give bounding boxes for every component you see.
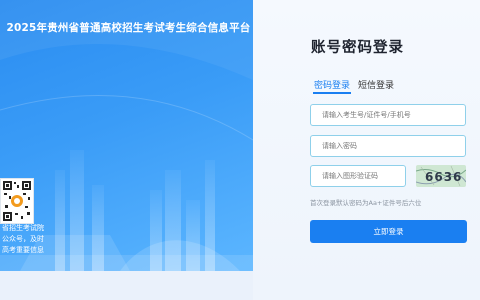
tab-password-login[interactable]: 密码登录	[314, 78, 350, 91]
login-panel: 账号密码登录 密码登录 短信登录 6636 首次登录默认密码为Aa+证件号后六位…	[253, 0, 480, 300]
captcha-image[interactable]: 6636	[416, 165, 466, 187]
platform-title: 2025年贵州省普通高校招生考试考生综合信息平台	[6, 22, 251, 34]
login-title: 账号密码登录	[311, 40, 404, 56]
tab-sms-login[interactable]: 短信登录	[358, 78, 394, 91]
captcha-input[interactable]	[310, 165, 406, 187]
caption-line: 高考重要信息	[2, 246, 44, 254]
qr-code-icon	[0, 178, 34, 224]
promo-panel: 2025年贵州省普通高校招生考试考生综合信息平台 省招生考试院 公众号，及时 高…	[0, 0, 253, 271]
captcha-text: 6636	[425, 170, 462, 184]
wechat-caption: 省招生考试院 公众号，及时 高考重要信息	[2, 223, 50, 256]
account-input[interactable]	[310, 104, 466, 126]
caption-line: 省招生考试院	[2, 224, 44, 232]
login-button[interactable]: 立即登录	[310, 220, 467, 243]
password-input[interactable]	[310, 135, 466, 157]
caption-line: 公众号，及时	[2, 235, 44, 243]
active-tab-indicator	[313, 92, 351, 94]
default-password-hint: 首次登录默认密码为Aa+证件号后六位	[310, 199, 422, 207]
